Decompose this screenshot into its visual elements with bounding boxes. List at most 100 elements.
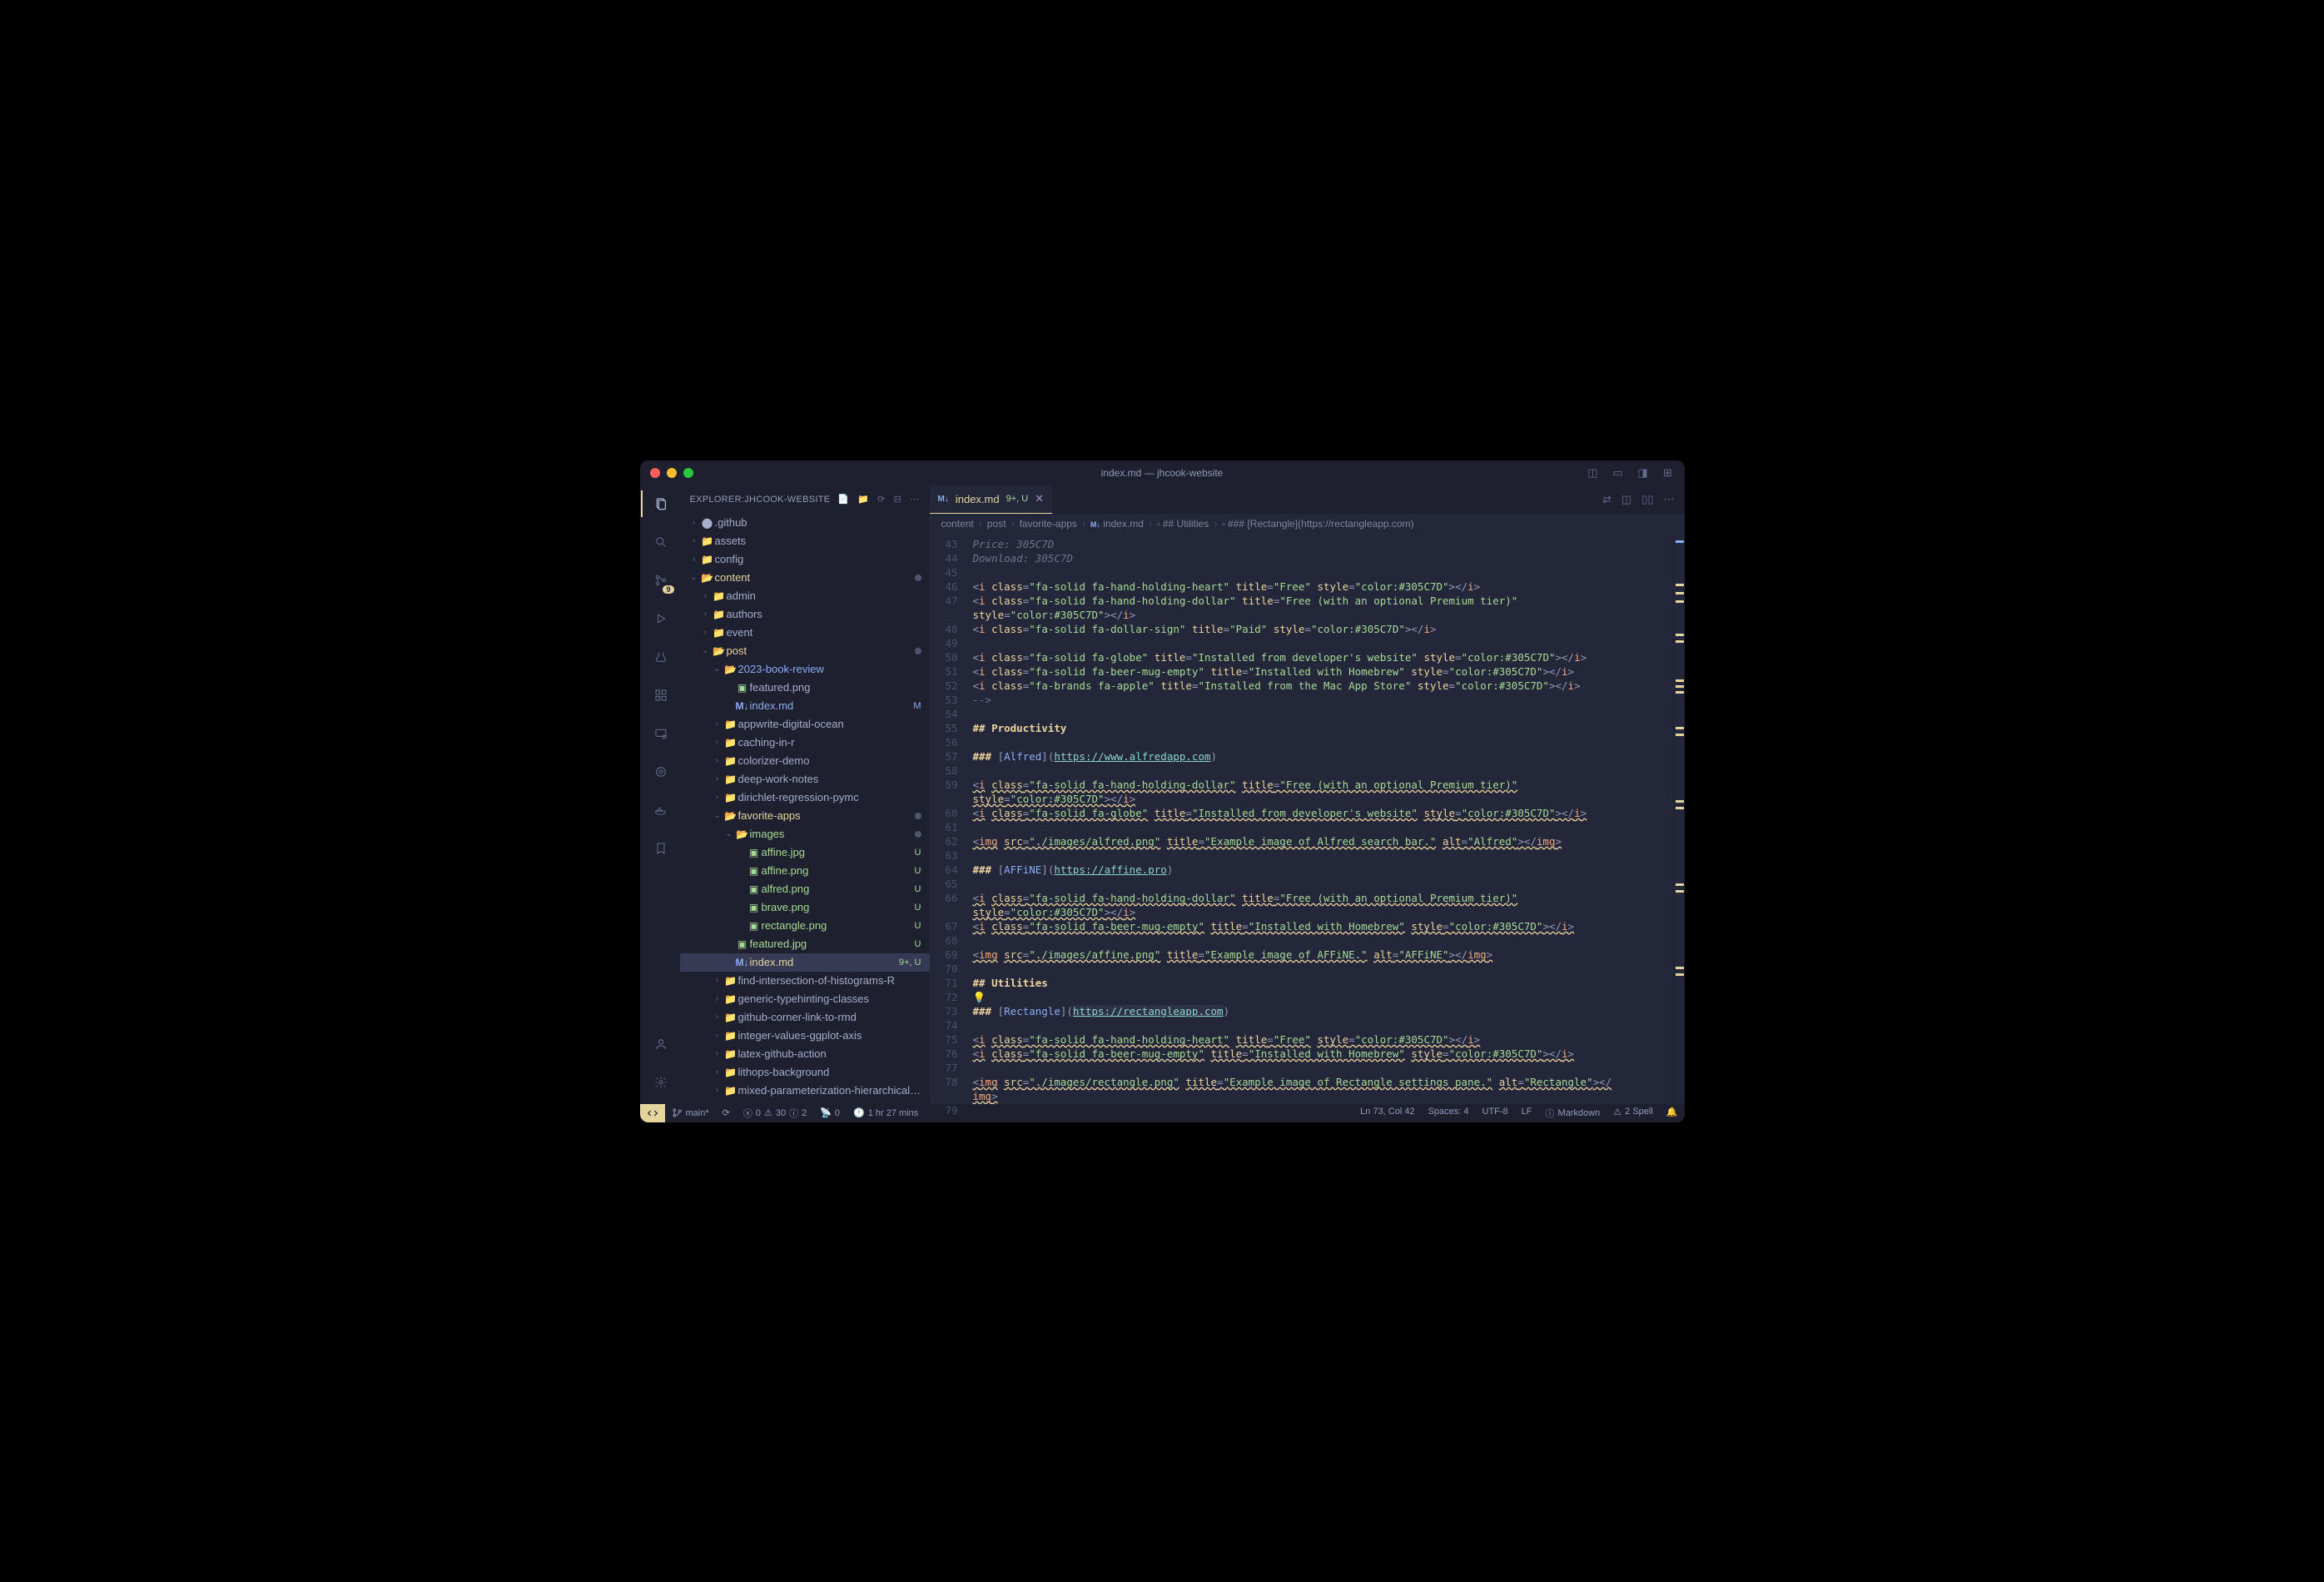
folder-item[interactable]: ›📁generic-typehinting-classes xyxy=(680,990,930,1008)
folder-item[interactable]: ›📁appwrite-digital-ocean xyxy=(680,715,930,734)
line-gutter: 4344454647 484950515253545556575859 6061… xyxy=(930,534,966,1104)
breadcrumb-segment[interactable]: ▫ ### [Rectangle](https://rectangleapp.c… xyxy=(1222,518,1413,530)
extensions-icon[interactable] xyxy=(649,684,673,707)
traffic-lights xyxy=(650,468,693,478)
cursor-position[interactable]: Ln 73, Col 42 xyxy=(1353,1107,1421,1117)
folder-item[interactable]: ›⬤.github xyxy=(680,514,930,532)
folder-item[interactable]: ⌄📂post xyxy=(680,642,930,660)
editor-area: M↓ index.md 9+, U ✕ ⇄ ◫ ▯▯ ⋯ content›pos… xyxy=(930,485,1685,1104)
toggle-bottom-panel-icon[interactable]: ▭ xyxy=(1611,466,1625,480)
testing-icon[interactable] xyxy=(649,645,673,669)
ports-indicator[interactable]: 📡0 xyxy=(813,1104,847,1122)
folder-item[interactable]: ›📁integer-values-ggplot-axis xyxy=(680,1027,930,1045)
status-bar: main* ⟳ ⓧ0 ⚠30 ⓘ2 📡0 🕐1 hr 27 mins Ln 73… xyxy=(640,1104,1685,1122)
open-preview-icon[interactable]: ◫ xyxy=(1621,493,1631,506)
explorer-header: EXPLORER: JHCOOK-WEBSITE 📄 📁 ⟳ ⊟ ⋯ xyxy=(680,485,930,514)
notifications-icon[interactable]: 🔔 xyxy=(1660,1107,1685,1117)
breadcrumb-segment[interactable]: post xyxy=(987,518,1006,530)
new-file-icon[interactable]: 📄 xyxy=(837,494,849,505)
file-item[interactable]: ▣rectangle.pngU xyxy=(680,917,930,935)
folder-item[interactable]: ›📁admin xyxy=(680,587,930,605)
file-item[interactable]: ▣featured.jpgU xyxy=(680,935,930,953)
file-item[interactable]: ▣featured.png xyxy=(680,679,930,697)
problems-indicator[interactable]: ⓧ0 ⚠30 ⓘ2 xyxy=(737,1104,813,1122)
code-content[interactable]: Price: 305C7DDownload: 305C7D <i class="… xyxy=(966,534,1673,1104)
folder-item[interactable]: ⌄📂content xyxy=(680,569,930,587)
customize-layout-icon[interactable]: ⊞ xyxy=(1661,466,1675,480)
toggle-sidebar-icon[interactable]: ◨ xyxy=(1636,466,1650,480)
maximize-window-button[interactable] xyxy=(683,468,693,478)
explorer-sidebar: EXPLORER: JHCOOK-WEBSITE 📄 📁 ⟳ ⊟ ⋯ ›⬤.gi… xyxy=(680,485,930,1104)
split-editor-icon[interactable]: ▯▯ xyxy=(1641,493,1653,506)
breadcrumb-segment[interactable]: favorite-apps xyxy=(1020,518,1077,530)
sync-button[interactable]: ⟳ xyxy=(716,1104,737,1122)
code-editor[interactable]: 4344454647 484950515253545556575859 6061… xyxy=(930,534,1685,1104)
folder-item[interactable]: ›📁dirichlet-regression-pymc xyxy=(680,789,930,807)
folder-item[interactable]: ›📁authors xyxy=(680,605,930,624)
layout-controls: ◫ ▭ ◨ ⊞ xyxy=(1587,466,1675,480)
folder-item[interactable]: ⌄📂favorite-apps xyxy=(680,807,930,825)
folder-item[interactable]: ›📁mixed-parameterization-hierarchical-mo… xyxy=(680,1082,930,1100)
folder-item[interactable]: ›📁event xyxy=(680,624,930,642)
folder-item[interactable]: ›📁deep-work-notes xyxy=(680,770,930,789)
tab-close-icon[interactable]: ✕ xyxy=(1035,492,1044,505)
more-editor-actions-icon[interactable]: ⋯ xyxy=(1664,493,1675,506)
scm-badge: 9 xyxy=(663,585,673,594)
git-branch[interactable]: main* xyxy=(665,1104,716,1122)
folder-item[interactable]: ›📁config xyxy=(680,550,930,569)
encoding[interactable]: UTF-8 xyxy=(1476,1107,1515,1117)
remote-explorer-icon[interactable] xyxy=(649,722,673,745)
breadcrumb-segment[interactable]: content xyxy=(941,518,974,530)
collapse-all-icon[interactable]: ⊟ xyxy=(894,494,902,505)
accounts-icon[interactable] xyxy=(649,1032,673,1056)
refresh-icon[interactable]: ⟳ xyxy=(877,494,886,505)
file-item[interactable]: M↓index.md9+, U xyxy=(680,953,930,972)
toggle-panel-icon[interactable]: ◫ xyxy=(1587,466,1600,480)
folder-item[interactable]: ›📁github-corner-link-to-rmd xyxy=(680,1008,930,1027)
docker-icon[interactable] xyxy=(649,798,673,822)
folder-item[interactable]: ⌄📂2023-book-review xyxy=(680,660,930,679)
file-item[interactable]: ▣affine.pngU xyxy=(680,862,930,880)
eol[interactable]: LF xyxy=(1515,1107,1539,1117)
bookmarks-icon[interactable] xyxy=(649,837,673,860)
explorer-title-prefix: EXPLORER: xyxy=(690,495,745,505)
spell-check[interactable]: ⚠ 2 Spell xyxy=(1606,1107,1660,1117)
file-item[interactable]: M↓index.mdM xyxy=(680,697,930,715)
breadcrumb-segment[interactable]: M↓ index.md xyxy=(1090,518,1144,530)
wakatime-indicator[interactable]: 🕐1 hr 27 mins xyxy=(847,1104,925,1122)
minimap[interactable] xyxy=(1673,534,1685,1104)
remote-indicator[interactable] xyxy=(640,1104,665,1122)
markdown-icon: M↓ xyxy=(938,495,949,504)
minimize-window-button[interactable] xyxy=(667,468,677,478)
language-mode[interactable]: ⓘ Markdown xyxy=(1539,1107,1607,1120)
breadcrumb-segment[interactable]: ▫ ## Utilities xyxy=(1157,518,1209,530)
file-item[interactable]: ▣affine.jpgU xyxy=(680,843,930,862)
run-debug-icon[interactable] xyxy=(649,607,673,630)
folder-item[interactable]: ›📁colorizer-demo xyxy=(680,752,930,770)
folder-item[interactable]: ›📁lithops-background xyxy=(680,1063,930,1082)
new-folder-icon[interactable]: 📁 xyxy=(857,494,869,505)
breadcrumbs[interactable]: content›post›favorite-apps›M↓ index.md›▫… xyxy=(930,514,1685,534)
source-control-icon[interactable]: 9 xyxy=(649,569,673,592)
tab-git-status: 9+, U xyxy=(1006,494,1029,504)
file-item[interactable]: ▣brave.pngU xyxy=(680,898,930,917)
settings-gear-icon[interactable] xyxy=(649,1071,673,1094)
tab-index-md[interactable]: M↓ index.md 9+, U ✕ xyxy=(930,485,1053,514)
explorer-title-project: JHCOOK-WEBSITE xyxy=(744,495,830,505)
folder-item[interactable]: ›📁find-intersection-of-histograms-R xyxy=(680,972,930,990)
search-icon[interactable] xyxy=(649,530,673,554)
folder-item[interactable]: ›📁assets xyxy=(680,532,930,550)
file-item[interactable]: ▣alfred.pngU xyxy=(680,880,930,898)
more-actions-icon[interactable]: ⋯ xyxy=(910,494,919,505)
folder-item[interactable]: ›📁caching-in-r xyxy=(680,734,930,752)
folder-item[interactable]: ›📁latex-github-action xyxy=(680,1045,930,1063)
jupyter-icon[interactable] xyxy=(649,760,673,784)
indentation[interactable]: Spaces: 4 xyxy=(1422,1107,1476,1117)
explorer-icon[interactable] xyxy=(649,492,673,515)
file-tree[interactable]: ›⬤.github›📁assets›📁config⌄📂content›📁admi… xyxy=(680,514,930,1104)
folder-item[interactable]: ⌄📂images xyxy=(680,825,930,843)
compare-changes-icon[interactable]: ⇄ xyxy=(1602,493,1611,506)
close-window-button[interactable] xyxy=(650,468,660,478)
vscode-window: index.md — jhcook-website ◫ ▭ ◨ ⊞ 9 xyxy=(640,460,1685,1122)
activity-bar: 9 xyxy=(640,485,680,1104)
